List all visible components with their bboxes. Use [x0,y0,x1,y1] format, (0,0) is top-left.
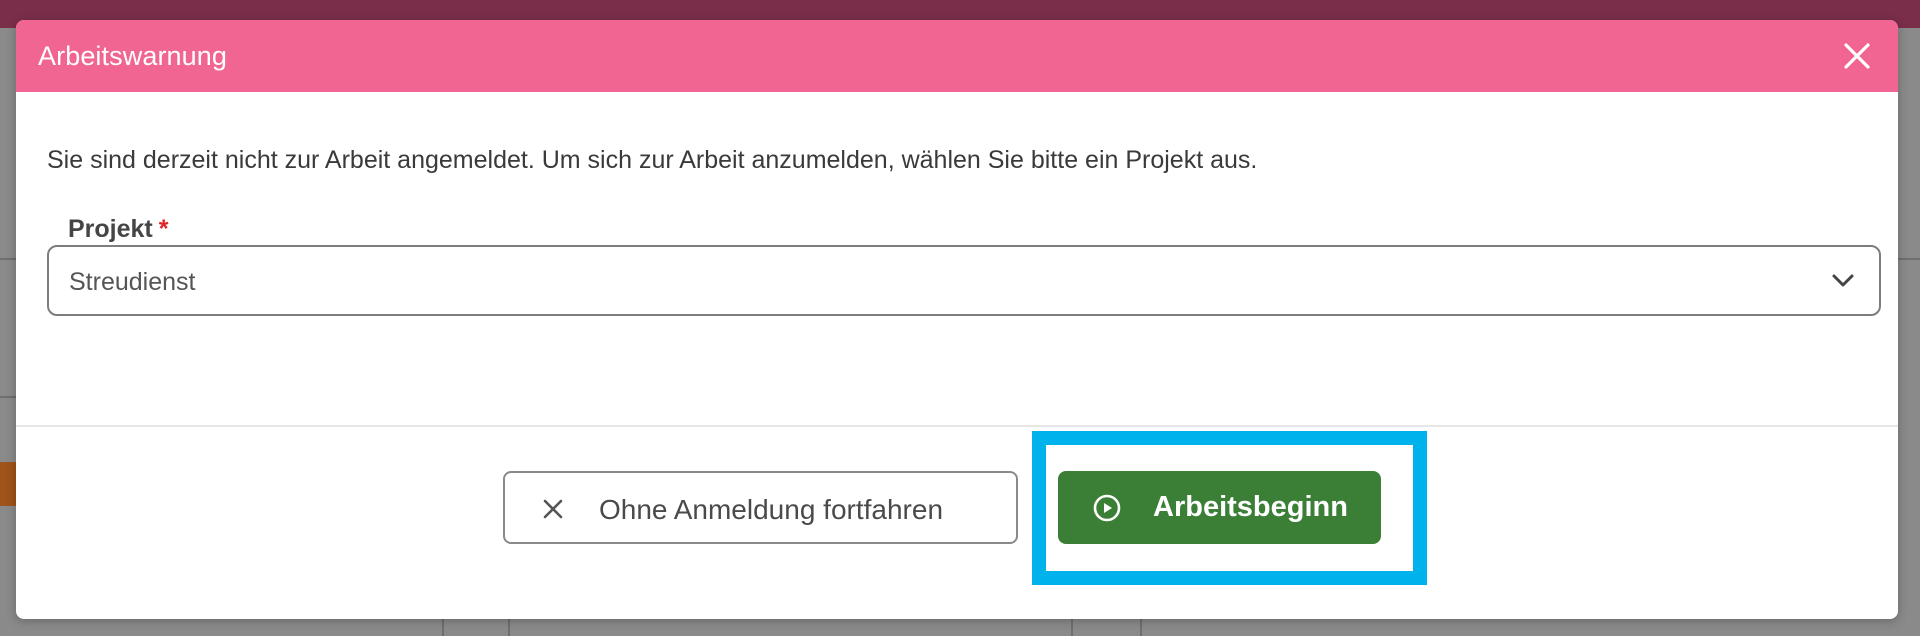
project-field-label: Projekt * [68,215,169,244]
start-work-label: Arbeitsbeginn [1153,491,1348,523]
dialog-title: Arbeitswarnung [38,41,228,71]
footer-divider [16,425,1898,427]
continue-without-login-button[interactable]: Ohne Anmeldung fortfahren [503,471,1018,544]
close-icon [1844,43,1870,69]
required-marker: * [158,215,169,243]
chevron-down-icon [1832,274,1854,287]
dialog-header: Arbeitswarnung [16,20,1898,92]
project-select[interactable]: Streudienst [47,245,1881,316]
continue-without-login-label: Ohne Anmeldung fortfahren [599,494,944,525]
start-work-button[interactable]: Arbeitsbeginn [1058,471,1381,544]
close-button[interactable] [1840,39,1874,73]
project-select-value: Streudienst [69,268,196,296]
close-icon [543,499,563,519]
play-circle-icon [1093,494,1121,522]
dialog-message: Sie sind derzeit nicht zur Arbeit angeme… [47,146,1258,174]
project-label-text: Projekt [68,215,153,243]
